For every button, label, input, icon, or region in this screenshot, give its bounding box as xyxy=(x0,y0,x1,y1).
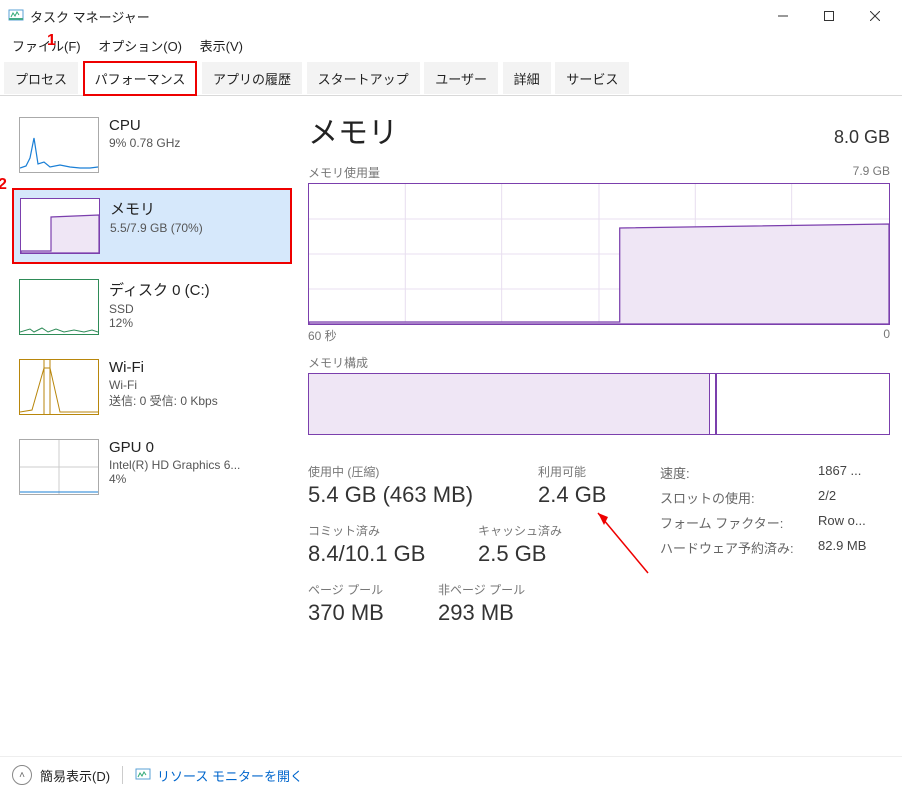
axis-left: 60 秒 xyxy=(308,327,337,344)
cached-label: キャッシュ済み xyxy=(478,522,562,539)
sidebar: CPU 9% 0.78 GHz メモリ 5.5/7.9 GB (70%) ディス… xyxy=(12,108,292,748)
form-value: Row o... xyxy=(818,513,890,532)
tab-performance[interactable]: パフォーマンス xyxy=(83,61,198,96)
disk-sub1: SSD xyxy=(109,302,210,316)
gpu-thumb xyxy=(19,439,99,495)
usage-max: 7.9 GB xyxy=(853,164,890,181)
disk-thumb xyxy=(19,279,99,335)
available-value: 2.4 GB xyxy=(538,482,606,508)
paged-pool-value: 370 MB xyxy=(308,600,438,626)
menu-view[interactable]: 表示(V) xyxy=(194,34,249,57)
body: 2 CPU 9% 0.78 GHz メモリ 5.5/7.9 GB (70%) xyxy=(0,96,902,756)
cached-value: 2.5 GB xyxy=(478,541,562,567)
wifi-sub1: Wi-Fi xyxy=(109,378,218,392)
disk-sub2: 12% xyxy=(109,316,210,330)
speed-value: 1867 ... xyxy=(818,463,890,482)
maximize-button[interactable] xyxy=(806,0,852,32)
tab-bar: プロセス パフォーマンス アプリの履歴 スタートアップ ユーザー 詳細 サービス xyxy=(0,59,902,96)
slots-value: 2/2 xyxy=(818,488,890,507)
cpu-title: CPU xyxy=(109,117,180,134)
annotation-marker-2: 2 xyxy=(0,176,7,194)
speed-key: 速度: xyxy=(660,463,818,482)
wifi-thumb xyxy=(19,359,99,415)
memory-sub: 5.5/7.9 GB (70%) xyxy=(110,221,203,235)
close-button[interactable] xyxy=(852,0,898,32)
composition-label: メモリ構成 xyxy=(308,354,890,371)
page-title: メモリ xyxy=(308,108,398,152)
form-key: フォーム ファクター: xyxy=(660,513,818,532)
sidebar-item-cpu[interactable]: CPU 9% 0.78 GHz xyxy=(12,108,292,182)
minimize-button[interactable] xyxy=(760,0,806,32)
menu-options[interactable]: オプション(O) xyxy=(92,34,188,57)
gpu-sub2: 4% xyxy=(109,472,240,486)
footer: ˄ 簡易表示(D) リソース モニターを開く xyxy=(0,756,902,793)
gpu-sub1: Intel(R) HD Graphics 6... xyxy=(109,458,240,472)
nonpaged-pool-label: 非ページ プール xyxy=(438,581,525,598)
nonpaged-pool-value: 293 MB xyxy=(438,600,525,626)
tab-services[interactable]: サービス xyxy=(555,62,629,94)
tab-users[interactable]: ユーザー xyxy=(424,62,498,94)
app-icon xyxy=(8,8,24,24)
chevron-up-icon[interactable]: ˄ xyxy=(12,765,32,785)
memory-composition-bar xyxy=(308,373,890,435)
annotation-marker-1: 1 xyxy=(47,32,56,50)
wifi-sub2: 送信: 0 受信: 0 Kbps xyxy=(109,392,218,409)
window-title: タスク マネージャー xyxy=(30,7,150,26)
memory-thumb xyxy=(20,198,100,254)
wifi-title: Wi-Fi xyxy=(109,359,218,376)
slots-key: スロットの使用: xyxy=(660,488,818,507)
sidebar-item-memory[interactable]: メモリ 5.5/7.9 GB (70%) xyxy=(12,188,292,264)
titlebar: タスク マネージャー xyxy=(0,0,902,32)
tab-details[interactable]: 詳細 xyxy=(503,62,551,94)
menubar: ファイル(F) オプション(O) 表示(V) 1 xyxy=(0,32,902,59)
hwreserved-value: 82.9 MB xyxy=(818,538,890,557)
in-use-label: 使用中 (圧縮) xyxy=(308,463,538,480)
tab-processes[interactable]: プロセス xyxy=(4,62,78,94)
cpu-sub: 9% 0.78 GHz xyxy=(109,136,180,150)
in-use-value: 5.4 GB (463 MB) xyxy=(308,482,538,508)
committed-value: 8.4/10.1 GB xyxy=(308,541,478,567)
resource-monitor-icon xyxy=(135,767,151,783)
gpu-title: GPU 0 xyxy=(109,439,240,456)
sidebar-item-gpu[interactable]: GPU 0 Intel(R) HD Graphics 6... 4% xyxy=(12,430,292,504)
committed-label: コミット済み xyxy=(308,522,478,539)
cpu-thumb xyxy=(19,117,99,173)
disk-title: ディスク 0 (C:) xyxy=(109,279,210,300)
simple-view-button[interactable]: 簡易表示(D) xyxy=(40,766,110,785)
memory-usage-chart xyxy=(308,183,890,325)
sidebar-item-wifi[interactable]: Wi-Fi Wi-Fi 送信: 0 受信: 0 Kbps xyxy=(12,350,292,424)
main-panel: メモリ 8.0 GB メモリ使用量 7.9 GB 60 秒 0 メモ xyxy=(292,108,890,748)
tab-startup[interactable]: スタートアップ xyxy=(307,62,420,94)
memory-title: メモリ xyxy=(110,198,203,219)
paged-pool-label: ページ プール xyxy=(308,581,438,598)
available-label: 利用可能 xyxy=(538,463,606,480)
hwreserved-key: ハードウェア予約済み: xyxy=(660,538,818,557)
tab-app-history[interactable]: アプリの履歴 xyxy=(202,62,302,94)
usage-label: メモリ使用量 xyxy=(308,164,380,181)
memory-total: 8.0 GB xyxy=(834,127,890,148)
open-resource-monitor-link[interactable]: リソース モニターを開く xyxy=(157,766,303,785)
axis-right: 0 xyxy=(883,327,890,344)
footer-divider xyxy=(122,766,123,784)
sidebar-item-disk[interactable]: ディスク 0 (C:) SSD 12% xyxy=(12,270,292,344)
